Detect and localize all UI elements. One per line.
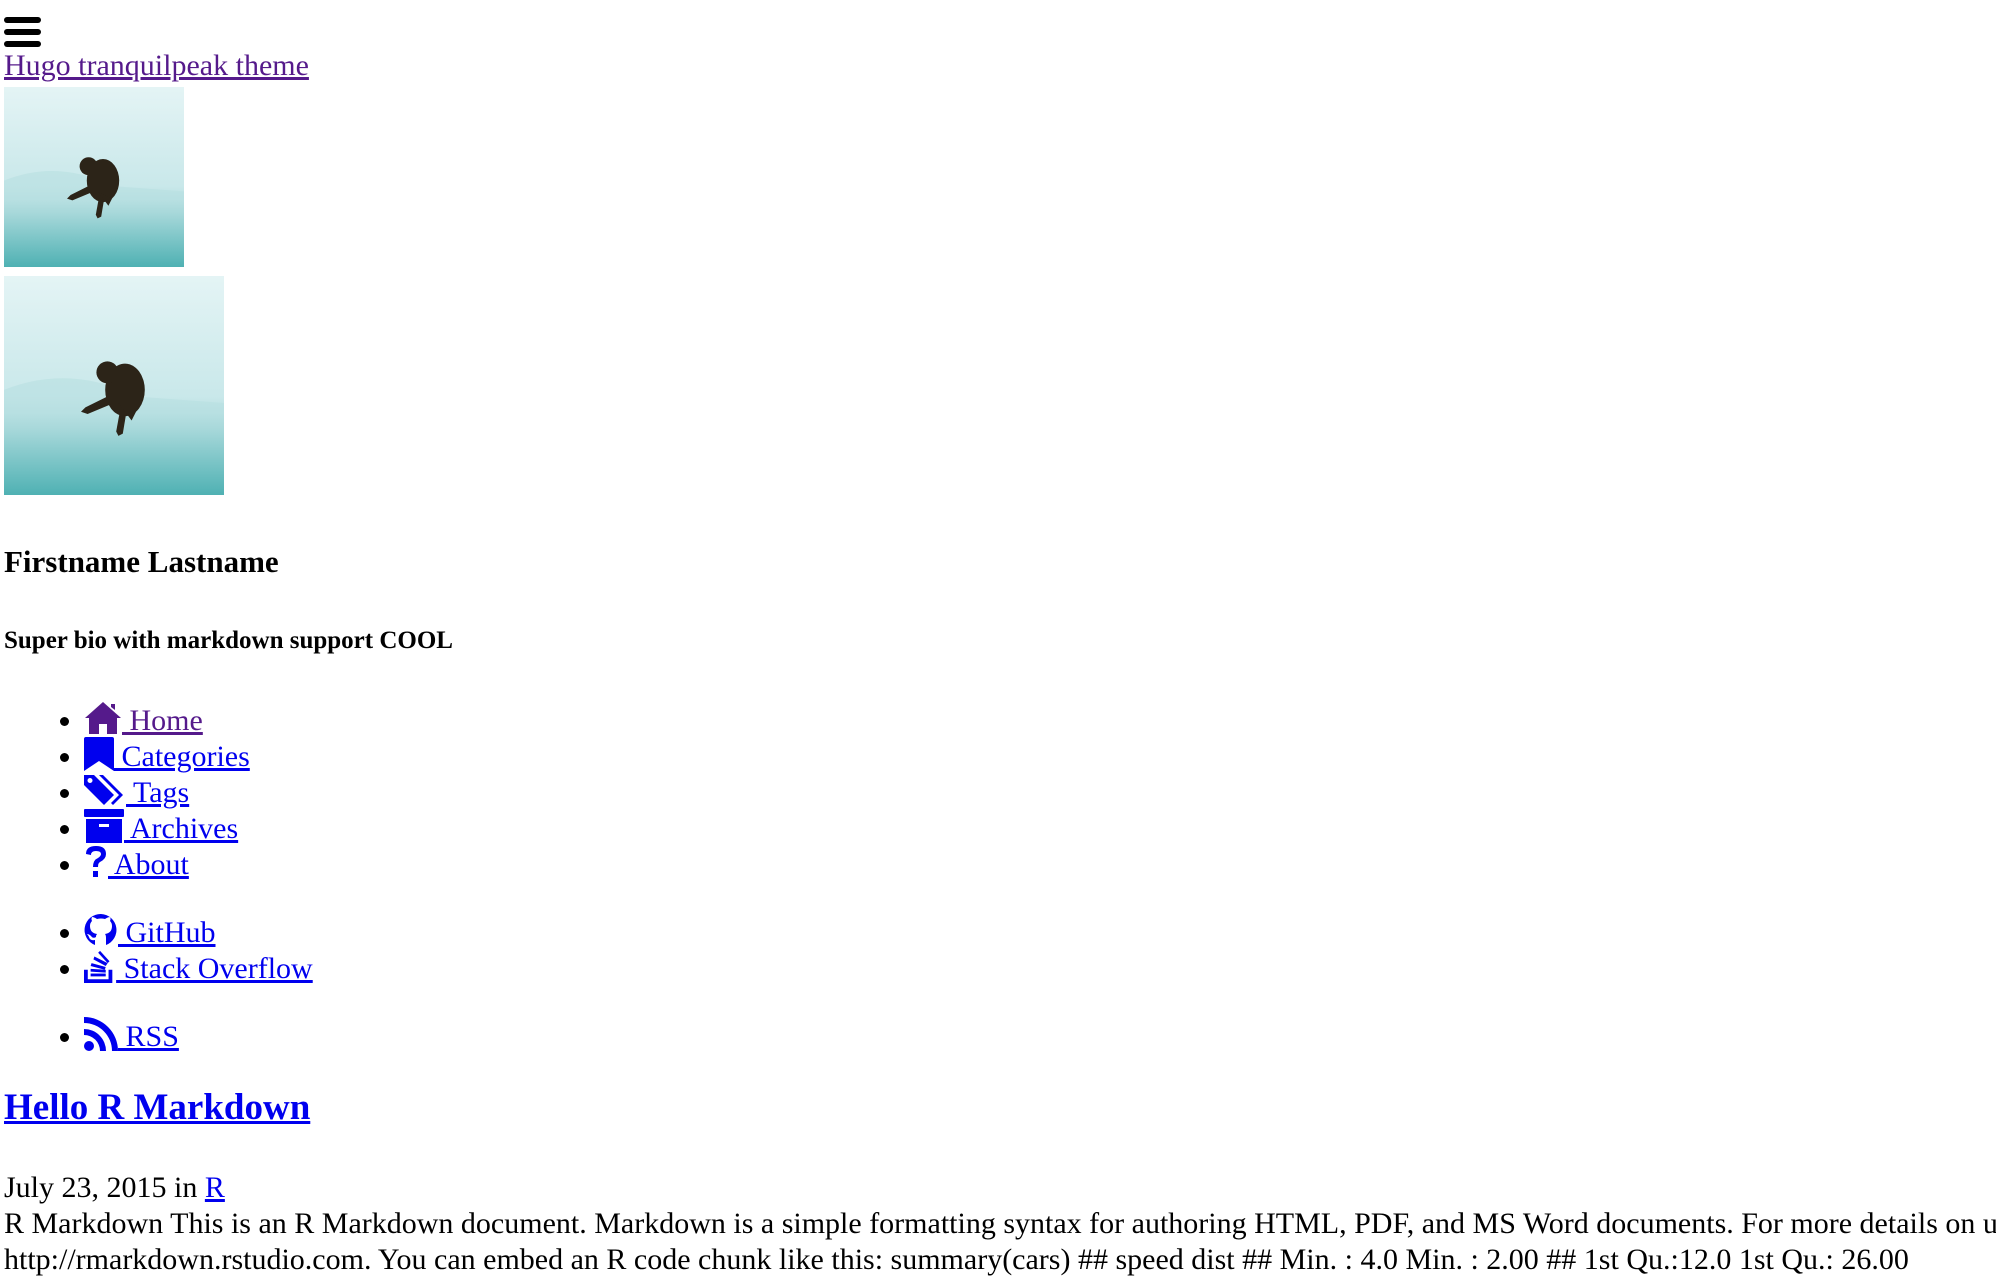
post-category-link[interactable]: R (205, 1171, 225, 1204)
question-icon (84, 845, 108, 879)
social-menu: GitHub Stack Overflow (4, 913, 313, 985)
post-date: July 23, 2015 (4, 1171, 167, 1204)
tags-icon (84, 773, 126, 807)
menu-item-stack-overflow: Stack Overflow (84, 949, 313, 985)
author-bio: Super bio with markdown support COOL (4, 627, 453, 654)
about-label: About (108, 848, 189, 881)
menu-item-rss: RSS (84, 1017, 179, 1053)
stack-overflow-label: Stack Overflow (116, 952, 313, 985)
stack-overflow-link[interactable]: Stack Overflow (84, 949, 313, 985)
site-title-link[interactable]: Hugo tranquilpeak theme (4, 46, 309, 86)
github-icon (84, 913, 118, 947)
menu-item-tags: Tags (84, 773, 250, 809)
rss-icon (84, 1017, 118, 1051)
hamburger-icon-bar (4, 29, 41, 35)
github-link[interactable]: GitHub (84, 913, 216, 949)
archive-icon (84, 809, 124, 843)
categories-link[interactable]: Categories (84, 737, 250, 773)
post-in-label: in (166, 1171, 205, 1204)
avatar-large[interactable] (4, 276, 224, 495)
tags-link[interactable]: Tags (84, 773, 190, 809)
post-meta: July 23, 2015 in R (4, 1170, 225, 1206)
archives-link[interactable]: Archives (84, 809, 239, 845)
menu-item-about: About (84, 845, 250, 881)
tags-label: Tags (126, 776, 190, 809)
home-icon (84, 701, 122, 735)
github-label: GitHub (118, 916, 216, 949)
stack-overflow-icon (84, 949, 116, 983)
rss-label: RSS (118, 1020, 179, 1053)
menu-item-home: Home (84, 701, 250, 737)
menu-item-archives: Archives (84, 809, 250, 845)
categories-label: Categories (114, 740, 250, 773)
about-link[interactable]: About (84, 845, 189, 881)
post-excerpt-line: R Markdown This is an R Markdown documen… (4, 1207, 1996, 1240)
hamburger-menu-button[interactable] (4, 17, 41, 47)
post-excerpt: R Markdown This is an R Markdown documen… (4, 1206, 1996, 1278)
main-menu: Home Categories Tags Archives About (4, 701, 250, 881)
post-title-link[interactable]: Hello R Markdown (4, 1087, 310, 1128)
author-name: Firstname Lastname (4, 544, 279, 579)
archives-label: Archives (124, 812, 239, 845)
avatar-small[interactable] (4, 87, 184, 267)
hamburger-icon-bar (4, 17, 41, 23)
menu-item-github: GitHub (84, 913, 313, 949)
rss-link[interactable]: RSS (84, 1017, 179, 1053)
bookmark-icon (84, 737, 114, 771)
avatar-image (4, 276, 224, 495)
home-link[interactable]: Home (84, 701, 203, 737)
rss-menu: RSS (4, 1017, 179, 1053)
menu-item-categories: Categories (84, 737, 250, 773)
home-label: Home (122, 704, 203, 737)
avatar-image (4, 87, 184, 267)
post-title: Hello R Markdown (4, 1085, 310, 1131)
post-excerpt-line: http://rmarkdown.rstudio.com. You can em… (4, 1243, 1909, 1276)
